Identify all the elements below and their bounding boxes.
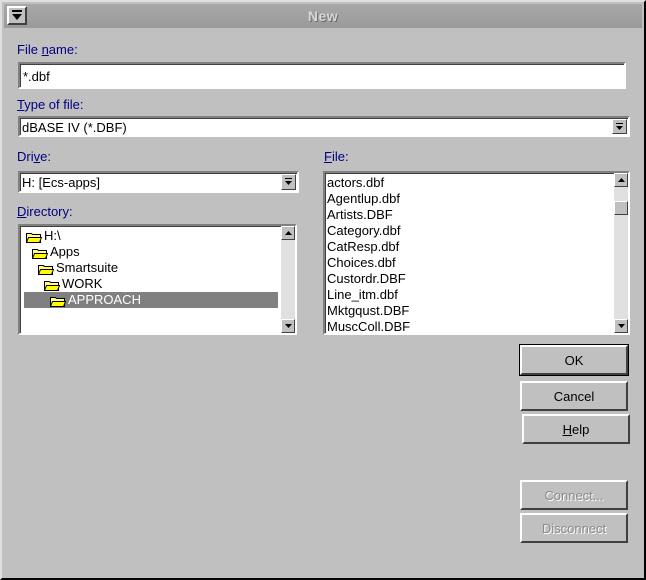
directory-item[interactable]: WORK xyxy=(43,276,102,292)
folder-open-icon xyxy=(31,247,49,259)
directory-list[interactable]: H:\ Apps Smartsuite WORK APPROACH xyxy=(18,224,297,335)
file-name-value: *.dbf xyxy=(23,69,50,84)
file-list-item[interactable]: Artists.DBF xyxy=(327,207,393,223)
arrow-down-icon xyxy=(284,324,292,328)
title-bar: New xyxy=(4,4,642,28)
file-list-item[interactable]: MuscColl.DBF xyxy=(327,319,410,333)
directory-item[interactable]: Apps xyxy=(31,244,80,260)
disconnect-button[interactable]: Disconnect xyxy=(520,513,628,543)
directory-item[interactable]: Smartsuite xyxy=(37,260,118,276)
drive-value: H: [Ecs-apps] xyxy=(22,175,101,190)
file-name-input[interactable]: *.dbf xyxy=(18,62,626,89)
file-list-item[interactable]: Mktgqust.DBF xyxy=(327,303,409,319)
directory-item[interactable]: H:\ xyxy=(25,228,61,244)
folder-open-icon xyxy=(37,263,55,275)
folder-open-icon xyxy=(25,231,43,243)
file-name-label: File name: xyxy=(17,42,78,57)
arrow-up-icon xyxy=(284,231,292,235)
drive-dropdown[interactable]: H: [Ecs-apps] xyxy=(18,171,299,193)
directory-scrollbar[interactable] xyxy=(281,226,295,333)
arrow-down-icon xyxy=(617,324,625,328)
help-button[interactable]: Help xyxy=(522,414,630,444)
file-list-item[interactable]: Custordr.DBF xyxy=(327,271,406,287)
file-list-item[interactable]: actors.dbf xyxy=(327,175,384,191)
scroll-up-button[interactable] xyxy=(281,226,295,240)
file-list-item[interactable]: Choices.dbf xyxy=(327,255,396,271)
file-list-item[interactable]: Category.dbf xyxy=(327,223,400,239)
file-list-item[interactable]: Line_itm.dbf xyxy=(327,287,398,303)
scroll-thumb[interactable] xyxy=(614,201,628,215)
file-label: File: xyxy=(324,149,349,164)
drive-dropdown-button[interactable] xyxy=(281,174,296,190)
window-title: New xyxy=(307,8,339,24)
file-list-item[interactable]: CatResp.dbf xyxy=(327,239,399,255)
folder-open-icon xyxy=(43,279,61,291)
chevron-down-icon xyxy=(615,122,623,130)
type-of-file-dropdown[interactable]: dBASE IV (*.DBF) xyxy=(18,116,630,137)
system-menu-button[interactable] xyxy=(7,6,27,25)
file-scrollbar[interactable] xyxy=(614,173,628,333)
folder-open-icon xyxy=(49,295,67,307)
system-menu-icon xyxy=(12,10,22,20)
scroll-down-button[interactable] xyxy=(614,319,628,333)
type-of-file-dropdown-button[interactable] xyxy=(612,119,627,134)
file-list-item[interactable]: Agentlup.dbf xyxy=(327,191,400,207)
type-of-file-label: Type of file: xyxy=(17,97,84,112)
file-list[interactable]: actors.dbf Agentlup.dbf Artists.DBF Cate… xyxy=(323,171,630,335)
chevron-down-icon xyxy=(284,178,292,185)
new-dialog: New File name: *.dbf Type of file: dBASE… xyxy=(0,0,646,580)
connect-button[interactable]: Connect... xyxy=(520,480,628,510)
type-of-file-value: dBASE IV (*.DBF) xyxy=(22,120,127,135)
scroll-up-button[interactable] xyxy=(614,173,628,187)
ok-button[interactable]: OK xyxy=(519,344,629,376)
drive-label: Drive: xyxy=(17,149,51,164)
directory-label: Directory: xyxy=(17,204,73,219)
arrow-up-icon xyxy=(617,178,625,182)
cancel-button[interactable]: Cancel xyxy=(520,381,628,411)
scroll-down-button[interactable] xyxy=(281,319,295,333)
directory-item-selected[interactable]: APPROACH xyxy=(24,292,278,308)
